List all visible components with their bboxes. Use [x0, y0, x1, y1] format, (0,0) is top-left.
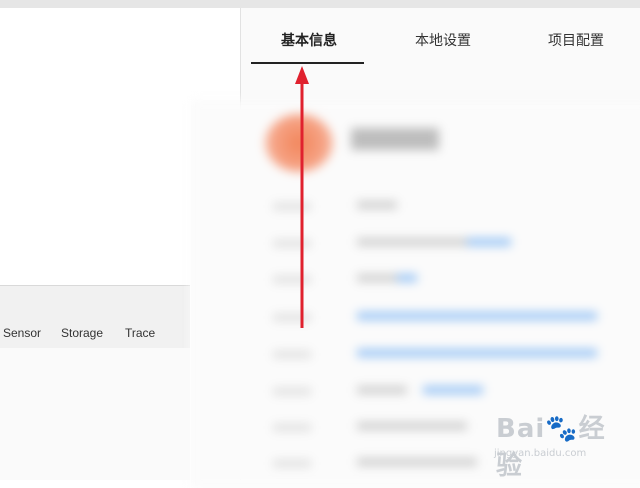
watermark-url: jingyan.baidu.com: [494, 448, 587, 459]
watermark: Bai🐾经验 jingyan.baidu.com: [488, 404, 628, 481]
watermark-logo: Bai🐾经验: [496, 414, 606, 481]
